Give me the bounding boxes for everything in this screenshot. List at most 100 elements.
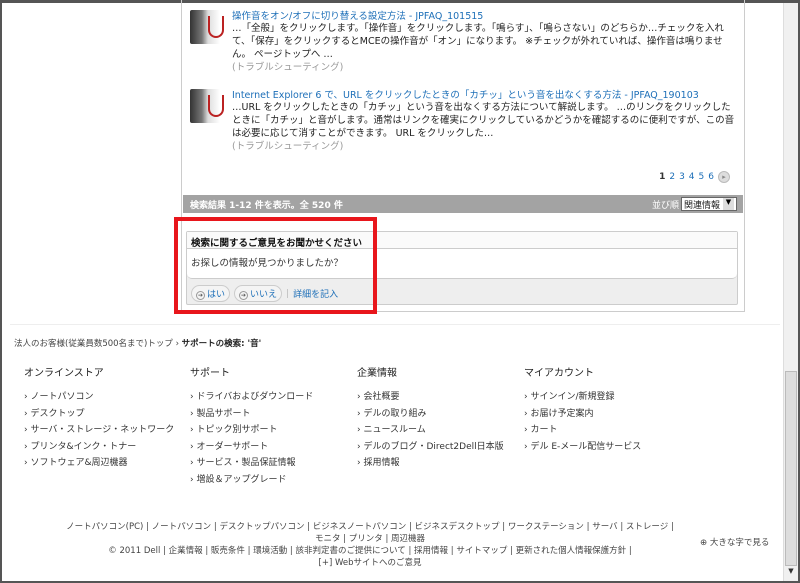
footer-nav-link[interactable]: › 製品サポート [190,406,313,423]
product-thumbnail-icon [190,89,224,123]
breadcrumb: 法人のお客様(従業員数500名まで)トップ › サポートの検索: '音' [14,337,261,349]
results-summary: 検索結果 1-12 件を表示。全 520 件 [190,201,343,211]
footer-link[interactable]: ビジネスデスクトップ [415,522,500,532]
footer-nav-link[interactable]: › トピック別サポート [190,422,313,439]
footer-nav-label: デルの取り組み [363,408,427,419]
footer-nav-label: カート [530,425,558,435]
footer-nav-label: ソフトウェア&周辺機器 [30,458,128,468]
footer-nav-label: プリンタ&インク・トナー [30,441,137,452]
footer-nav-label: お届け予定案内 [530,408,594,419]
copyright: © 2011 Dell [108,546,161,556]
page-4[interactable]: 4 [689,172,695,182]
footer-nav-label: サービス・製品保証情報 [196,458,296,468]
footer-nav-label: デルのブログ・Direct2Dell日本版 [363,441,504,452]
footer-nav-label: ドライバおよびダウンロード [196,392,314,402]
footer-nav-link[interactable]: › サインイン/新規登録 [524,389,641,406]
footer-nav-label: ノートパソコン [30,392,94,402]
footer-link[interactable]: デスクトップパソコン [219,522,304,532]
result-category: (トラブルシューティング) [232,141,344,152]
footer-link[interactable]: ワークステーション [508,522,584,532]
pagination: 1 2 3 4 5 6 ▸ [659,171,730,183]
footer-nav-link[interactable]: › デルのブログ・Direct2Dell日本版 [357,439,504,456]
breadcrumb-home[interactable]: 法人のお客様(従業員数500名まで)トップ [14,339,173,349]
footer-nav-label: 増設＆アップグレード [196,474,287,485]
result-title-link[interactable]: Internet Explorer 6 で、URL をクリックしたときの「カチッ… [232,87,699,101]
large-text-link[interactable]: ⊕ 大きな字で見る [700,536,769,548]
footer-nav-link[interactable]: › ドライバおよびダウンロード [190,389,313,406]
footer-nav-label: サーバ・ストレージ・ネットワーク [30,425,175,435]
footer-link[interactable]: ノートパソコン(PC) [66,522,143,532]
footer-nav-label: 採用情報 [363,458,400,468]
next-page-icon[interactable]: ▸ [718,171,730,183]
footer-column: 企業情報 › 会社概要 › デルの取り組み › ニュースルーム › デルのブログ・Dir… [357,364,504,472]
footer-nav-label: 製品サポート [196,408,251,419]
footer-nav-link[interactable]: › 採用情報 [357,455,504,472]
footer-link[interactable]: 環境活動 [253,546,287,556]
footer-nav-link[interactable]: › ノートパソコン [24,389,174,406]
site-feedback-link[interactable]: [+] Webサイトへのご意見 [319,558,422,568]
footer-nav-link[interactable]: › サービス・製品保証情報 [190,455,313,472]
sort-select[interactable]: 関連情報 ▼ [680,197,737,211]
footer-nav-link[interactable]: › サーバ・ストレージ・ネットワーク [24,422,174,439]
footer-link[interactable]: 企業情報 [169,546,203,556]
column-title: サポート [190,368,230,379]
column-title: オンラインストア [24,368,104,379]
footer-column: マイアカウント › サインイン/新規登録 › お届け予定案内 › カート › デル E-… [524,364,641,455]
footer-nav-link[interactable]: › 会社概要 [357,389,504,406]
footer-link[interactable]: 更新された個人情報保護方針 [516,546,627,556]
footer-nav-link[interactable]: › オーダーサポート [190,439,313,456]
footer-link[interactable]: サーバ [592,522,617,532]
result-description: …「全般」をクリックします。「操作音」をクリックします。「鳴らす」、「鳴らさない… [232,23,724,60]
page-3[interactable]: 3 [679,172,685,182]
footer-link[interactable]: 採用情報 [414,546,448,556]
footer-nav-link[interactable]: › お届け予定案内 [524,406,641,423]
footer-nav-link[interactable]: › プリンタ&インク・トナー [24,439,174,456]
footer-nav-label: デスクトップ [30,408,85,419]
vertical-scrollbar[interactable]: ▼ [783,3,798,581]
column-title: 企業情報 [357,368,397,379]
footer-column: サポート › ドライバおよびダウンロード › 製品サポート › トピック別サポート › … [190,364,313,488]
footer-nav-link[interactable]: › ニュースルーム [357,422,504,439]
footer-links: ノートパソコン(PC) | ノートパソコン | デスクトップパソコン | ビジネ… [66,522,674,568]
footer-nav-label: ニュースルーム [363,425,426,435]
footer-link[interactable]: 販売条件 [211,546,245,556]
footer-nav-label: トピック別サポート [196,425,278,435]
footer-nav-link[interactable]: › デルの取り組み [357,406,504,423]
footer-link[interactable]: モニタ [315,534,341,544]
page-2[interactable]: 2 [669,172,675,182]
footer-link[interactable]: プリンタ [349,534,383,544]
footer-nav-link[interactable]: › デスクトップ [24,406,174,423]
footer-column: オンラインストア › ノートパソコン › デスクトップ › サーバ・ストレージ・ネット… [24,364,174,472]
page-5[interactable]: 5 [699,172,705,182]
footer-nav-link[interactable]: › ソフトウェア&周辺機器 [24,455,174,472]
sort-label: 並び順 [651,200,679,211]
footer-link[interactable]: ストレージ [626,522,668,532]
footer-nav-link[interactable]: › カート [524,422,641,439]
footer-link[interactable]: ビジネスノートパソコン [313,522,407,532]
page-1[interactable]: 1 [659,172,665,182]
footer-link[interactable]: ノートパソコン [152,522,212,532]
breadcrumb-current: サポートの検索: '音' [181,339,262,349]
scroll-down-icon[interactable]: ▼ [785,567,797,579]
footer-link[interactable]: 該非判定書のご提供について [296,546,406,556]
product-thumbnail-icon [190,10,224,44]
footer-nav-label: オーダーサポート [196,441,269,452]
result-category: (トラブルシューティング) [232,62,344,73]
breadcrumb-separator: › [175,339,179,349]
column-title: マイアカウント [524,368,594,379]
footer-nav-link[interactable]: › 増設＆アップグレード [190,472,313,489]
footer-link[interactable]: サイトマップ [456,546,507,556]
highlight-box [174,217,377,314]
page-6[interactable]: 6 [708,172,714,182]
footer-nav-label: 会社概要 [363,392,400,402]
footer-nav-label: デル E-メール配信サービス [530,441,642,452]
footer-nav-link[interactable]: › デル E-メール配信サービス [524,439,641,456]
sort-value: 関連情報 [683,200,720,211]
divider [10,324,780,325]
footer-link[interactable]: 周辺機器 [391,534,425,544]
result-title-link[interactable]: 操作音をオン/オフに切り替える設定方法 - JPFAQ_101515 [232,8,483,22]
chevron-down-icon[interactable]: ▼ [723,198,734,210]
scrollbar-thumb[interactable] [785,371,797,566]
results-summary-bar: 検索結果 1-12 件を表示。全 520 件 並び順 関連情報 ▼ [183,195,743,213]
footer-nav-label: サインイン/新規登録 [530,392,615,402]
